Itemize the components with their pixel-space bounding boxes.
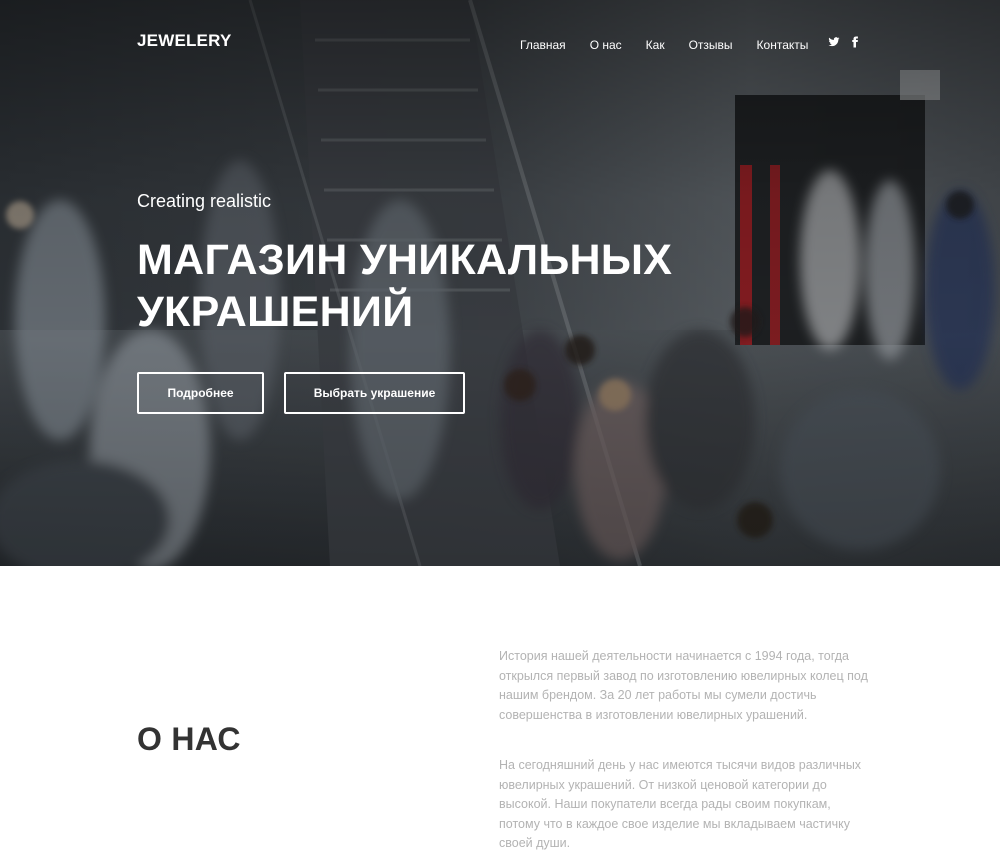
nav-link-how[interactable]: Как [646, 38, 665, 52]
twitter-icon[interactable] [828, 36, 840, 48]
main-nav: Главная О нас Как Отзывы Контакты [520, 38, 808, 52]
site-logo[interactable]: JEWELERY [137, 31, 232, 51]
about-title: О НАС [137, 721, 241, 757]
hero-title: МАГАЗИН УНИКАЛЬНЫХ УКРАШЕНИЙ [137, 236, 673, 336]
about-paragraph-1: История нашей деятельности начинается с … [499, 649, 868, 722]
about-section: О НАС История нашей деятельности начинае… [0, 566, 1000, 850]
more-button[interactable]: Подробнее [137, 372, 264, 414]
about-paragraph-2: На сегодняшний день у нас имеются тысячи… [499, 758, 862, 850]
choose-jewelry-button[interactable]: Выбрать украшение [284, 372, 465, 414]
nav-link-contacts[interactable]: Контакты [757, 38, 809, 52]
nav-link-home[interactable]: Главная [520, 38, 566, 52]
site-header: JEWELERY Главная О нас Как Отзывы Контак… [0, 0, 1000, 90]
social-links [828, 36, 870, 48]
nav-link-reviews[interactable]: Отзывы [689, 38, 733, 52]
facebook-icon[interactable] [849, 36, 861, 48]
nav-link-about[interactable]: О нас [590, 38, 622, 52]
hero-subtitle: Creating realistic [137, 191, 272, 211]
hero-section: JEWELERY Главная О нас Как Отзывы Контак… [0, 0, 1000, 566]
